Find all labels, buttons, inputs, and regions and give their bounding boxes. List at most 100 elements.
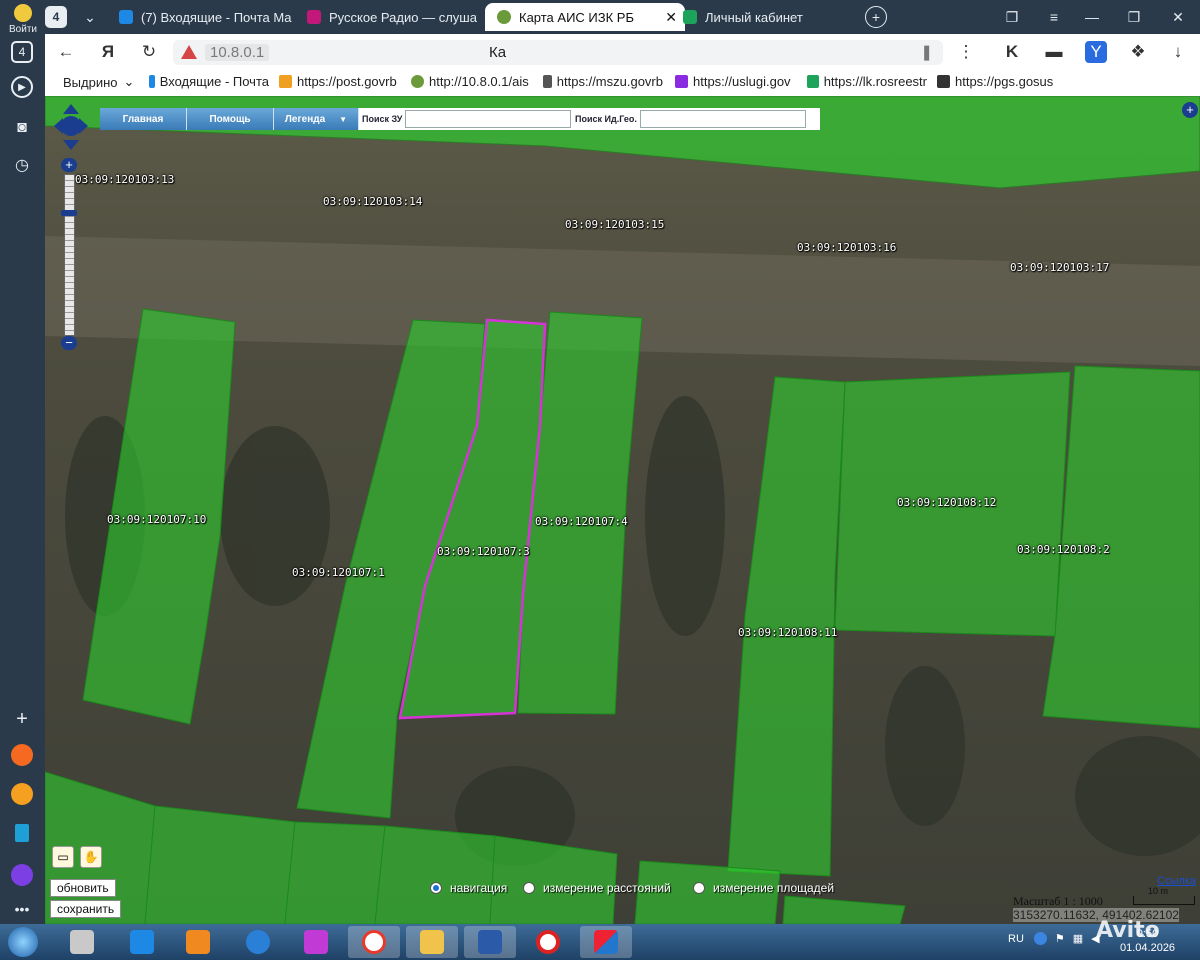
- search-parcel-input[interactable]: [405, 110, 572, 128]
- window-close-icon[interactable]: ✕: [1167, 6, 1189, 28]
- layers-toggle-icon[interactable]: +: [1182, 102, 1198, 118]
- download-icon[interactable]: ↓: [1167, 41, 1189, 63]
- taskbar-app-1[interactable]: [56, 926, 108, 958]
- more-icon[interactable]: •••: [9, 896, 35, 922]
- taskbar-yandex-browser[interactable]: [348, 926, 400, 958]
- parcel-label[interactable]: 03:09:120108:11: [738, 626, 837, 639]
- app-icon-pdf[interactable]: [9, 820, 35, 846]
- help-button[interactable]: Помощь: [187, 108, 274, 130]
- parcel-label[interactable]: 03:09:120103:14: [323, 195, 422, 208]
- refresh-button[interactable]: обновить: [50, 879, 116, 897]
- url-field[interactable]: 10.8.0.1 Ка ❚: [173, 40, 943, 65]
- taskbar-app-3[interactable]: [290, 926, 342, 958]
- radio-icon: [307, 10, 321, 24]
- camera-icon[interactable]: ◙: [9, 115, 35, 141]
- home-button[interactable]: Главная: [100, 108, 187, 130]
- pan-arrows-icon[interactable]: [54, 102, 88, 152]
- legend-button[interactable]: Легенда ▼: [274, 108, 359, 130]
- bookmark-folder[interactable]: Выдрино ⌄: [63, 74, 134, 90]
- parcel-label[interactable]: 03:09:120107:3: [437, 545, 530, 558]
- new-tab-icon[interactable]: +: [865, 6, 887, 28]
- play-icon[interactable]: ▶: [11, 76, 33, 98]
- yandex-browser-icon: [362, 930, 386, 954]
- reload-icon[interactable]: ↻: [138, 41, 160, 63]
- help-icon[interactable]: [1033, 932, 1047, 945]
- parcel-label[interactable]: 03:09:120107:1: [292, 566, 385, 579]
- bookmark-mail[interactable]: Входящие - Почта: [149, 74, 269, 89]
- parcel-label[interactable]: 03:09:120107:10: [107, 513, 206, 526]
- tab-mail[interactable]: (7) Входящие - Почта Ma: [119, 3, 299, 31]
- taskbar-app-2[interactable]: [116, 926, 168, 958]
- globe-icon: [411, 75, 424, 88]
- close-icon[interactable]: ✕: [665, 9, 677, 26]
- app-icon-orange[interactable]: [11, 744, 33, 766]
- parcel-label[interactable]: 03:09:120103:17: [1010, 261, 1109, 274]
- zoom-slider[interactable]: + −: [61, 158, 77, 354]
- radio-unchecked: [693, 882, 705, 894]
- hat-icon[interactable]: ▬: [1043, 41, 1065, 63]
- taskbar-explorer[interactable]: [406, 926, 458, 958]
- mode-area[interactable]: измерение площадей: [693, 881, 834, 895]
- login-button[interactable]: Войти: [4, 2, 42, 36]
- extension-icon[interactable]: K: [1001, 41, 1023, 63]
- mail-app-icon[interactable]: [11, 783, 33, 805]
- tab-cabinet[interactable]: Личный кабинет: [683, 3, 843, 31]
- bookmark-icon[interactable]: ❚: [920, 43, 933, 61]
- bookmark-mszu[interactable]: https://mszu.govrb: [543, 74, 663, 89]
- mode-distance[interactable]: измерение расстояний: [523, 881, 671, 895]
- parcel-label[interactable]: 03:09:120103:15: [565, 218, 664, 231]
- bookmark-post[interactable]: https://post.govrb: [279, 74, 399, 89]
- url-title: Ка: [489, 44, 507, 61]
- zoom-out-icon[interactable]: −: [61, 336, 77, 350]
- taskbar-word[interactable]: [464, 926, 516, 958]
- parcel-label[interactable]: 03:09:120108:12: [897, 496, 996, 509]
- tab-radio[interactable]: Русское Радио — слушат: [307, 3, 477, 31]
- start-button[interactable]: [0, 926, 46, 958]
- windows-taskbar: RU ⚑ ▦ ◀ 9:50 01.04.2026: [0, 924, 1200, 960]
- tab-count-button[interactable]: 4: [45, 6, 67, 28]
- maximize-icon[interactable]: ❐: [1123, 6, 1145, 28]
- yandex-home-icon[interactable]: Я: [97, 41, 119, 63]
- taskbar-media[interactable]: [172, 926, 224, 958]
- bookmark-ais[interactable]: http://10.8.0.1/ais: [411, 74, 531, 89]
- bookmark-rosreestr[interactable]: https://lk.rosreestr: [807, 74, 927, 89]
- back-icon[interactable]: ←: [55, 41, 77, 63]
- taskbar-ie[interactable]: [232, 926, 284, 958]
- search-geo-label: Поиск Ид.Гео.: [575, 114, 637, 124]
- bookmark-uslugi[interactable]: https://uslugi.gov: [675, 74, 795, 89]
- parcel-label[interactable]: 03:09:120103:16: [797, 241, 896, 254]
- history-icon[interactable]: ◷: [9, 152, 35, 178]
- zoom-in-icon[interactable]: +: [61, 158, 77, 172]
- parcel-label[interactable]: 03:09:120103:13: [75, 173, 174, 186]
- network-icon[interactable]: ▦: [1073, 932, 1083, 945]
- hand-icon[interactable]: ✋: [80, 846, 102, 868]
- map-viewport[interactable]: 03:09:120103:13 03:09:120103:14 03:09:12…: [45, 96, 1200, 924]
- yandex-icon[interactable]: Y: [1085, 41, 1107, 63]
- zoom-thumb[interactable]: [61, 210, 77, 216]
- tab-map-active[interactable]: Карта АИС ИЗК РБ ✕: [485, 3, 685, 31]
- more-vertical-icon[interactable]: ⋮: [955, 41, 977, 63]
- minimize-icon[interactable]: —: [1081, 6, 1103, 28]
- zoom-track[interactable]: [64, 174, 75, 336]
- app-arrow-icon: [130, 930, 154, 954]
- flag-tray-icon[interactable]: ⚑: [1055, 932, 1065, 945]
- taskbar-app-4[interactable]: [522, 926, 574, 958]
- parcel-label[interactable]: 03:09:120108:2: [1017, 543, 1110, 556]
- language-indicator[interactable]: RU: [1008, 933, 1024, 945]
- bookmarks-panel-icon[interactable]: ❐: [1001, 6, 1023, 28]
- mode-navigation[interactable]: навигация: [430, 881, 507, 895]
- login-label: Войти: [9, 23, 37, 35]
- tab-counter[interactable]: 4: [11, 41, 33, 63]
- menu-icon[interactable]: ≡: [1043, 6, 1065, 28]
- chevron-down-icon[interactable]: ⌄: [79, 6, 101, 28]
- add-icon[interactable]: +: [9, 706, 35, 732]
- save-button[interactable]: сохранить: [50, 900, 122, 918]
- alice-icon[interactable]: [11, 864, 33, 886]
- parcel-label[interactable]: 03:09:120107:4: [535, 515, 628, 528]
- search-geo-input[interactable]: [639, 110, 806, 128]
- taskbar-app-5[interactable]: [580, 926, 632, 958]
- bookmark-pgs[interactable]: https://pgs.gosus: [937, 74, 1057, 89]
- folder-icon: [420, 930, 444, 954]
- select-area-icon[interactable]: ▭: [52, 846, 74, 868]
- collections-icon[interactable]: ❖: [1127, 41, 1149, 63]
